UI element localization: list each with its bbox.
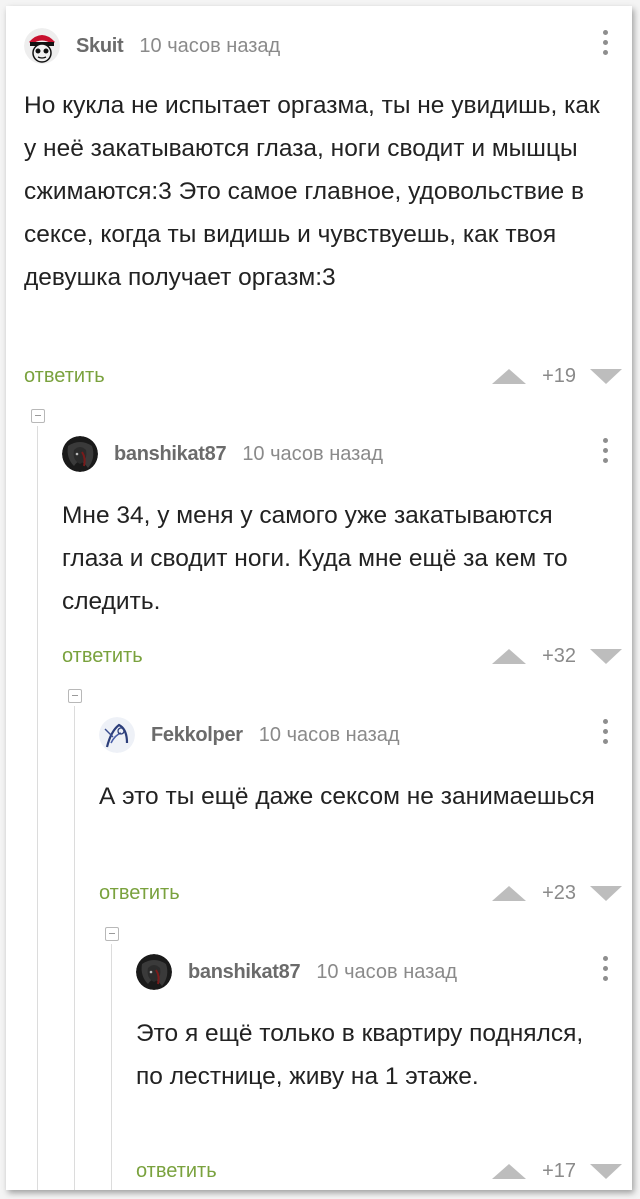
reply-button[interactable]: ответить [62,641,143,671]
comment-time: 10 часов назад [258,723,400,746]
comment-time: 10 часов назад [316,960,458,983]
comment-author[interactable]: Skuit [76,35,124,58]
comment-text: Но кукла не испытает оргазма, ты не увид… [24,92,600,291]
comment-actions: ответить +19 [24,361,632,391]
downvote-arrow-icon[interactable] [590,648,622,664]
vote-controls: +23 [492,878,622,908]
reply-button[interactable]: ответить [99,878,180,908]
reply-button[interactable]: ответить [136,1156,217,1186]
more-options-icon[interactable] [600,719,610,744]
reply-button[interactable]: ответить [24,361,105,391]
comment-time: 10 часов назад [242,442,384,465]
downvote-arrow-icon[interactable] [590,368,622,384]
collapse-thread-button[interactable] [105,927,119,941]
comment-author[interactable]: banshikat87 [188,961,301,984]
cartoon-avatar-icon[interactable] [24,28,60,64]
comment: banshikat87 10 часов назад Мне 34, у мен… [62,434,632,674]
comment-author[interactable]: banshikat87 [114,443,227,466]
comment-score: +23 [542,881,576,904]
comment-actions: ответить +32 [62,641,632,671]
upvote-arrow-icon[interactable] [492,648,527,664]
vote-controls: +17 [492,1156,622,1186]
upvote-arrow-icon[interactable] [492,1163,527,1179]
comment-header: banshikat87 10 часов назад [136,952,457,992]
dark-portrait-avatar-icon[interactable] [62,436,98,472]
downvote-arrow-icon[interactable] [590,1163,622,1179]
comment-header: Skuit 10 часов назад [24,26,280,66]
comment-actions: ответить +17 [136,1156,632,1186]
comment-author[interactable]: Fekkolper [151,724,243,747]
comment-header: Fekkolper 10 часов назад [99,715,400,755]
collapse-thread-button[interactable] [31,409,45,423]
upvote-arrow-icon[interactable] [492,368,527,384]
comment: banshikat87 10 часов назад Это я ещё тол… [136,952,632,1182]
thread-line [37,426,38,1190]
comment-text: А это ты ещё даже сексом не занимаешься [99,783,595,810]
comment-actions: ответить +23 [99,878,632,908]
more-options-icon[interactable] [600,956,610,981]
upvote-arrow-icon[interactable] [492,885,527,901]
comment: Fekkolper 10 часов назад А это ты ещё да… [99,715,632,915]
thread-line [74,706,75,1190]
comment: Skuit 10 часов назад Но кукла не испытае… [24,26,632,396]
vote-controls: +19 [492,361,622,391]
comment-header: banshikat87 10 часов назад [62,434,383,474]
downvote-arrow-icon[interactable] [590,885,622,901]
comment-text: Мне 34, у меня у самого уже закатываются… [62,502,568,615]
dark-portrait-avatar-icon[interactable] [136,954,172,990]
comment-text: Это я ещё только в квартиру поднялся, по… [136,1020,584,1090]
thread-line [111,944,112,1190]
comment-score: +19 [542,364,576,387]
comment-score: +17 [542,1159,576,1182]
sketch-avatar-icon[interactable] [99,717,135,753]
comment-score: +32 [542,644,576,667]
more-options-icon[interactable] [600,30,610,55]
comment-time: 10 часов назад [139,34,281,57]
collapse-thread-button[interactable] [68,689,82,703]
vote-controls: +32 [492,641,622,671]
more-options-icon[interactable] [600,438,610,463]
comments-panel: Skuit 10 часов назад Но кукла не испытае… [6,6,632,1190]
